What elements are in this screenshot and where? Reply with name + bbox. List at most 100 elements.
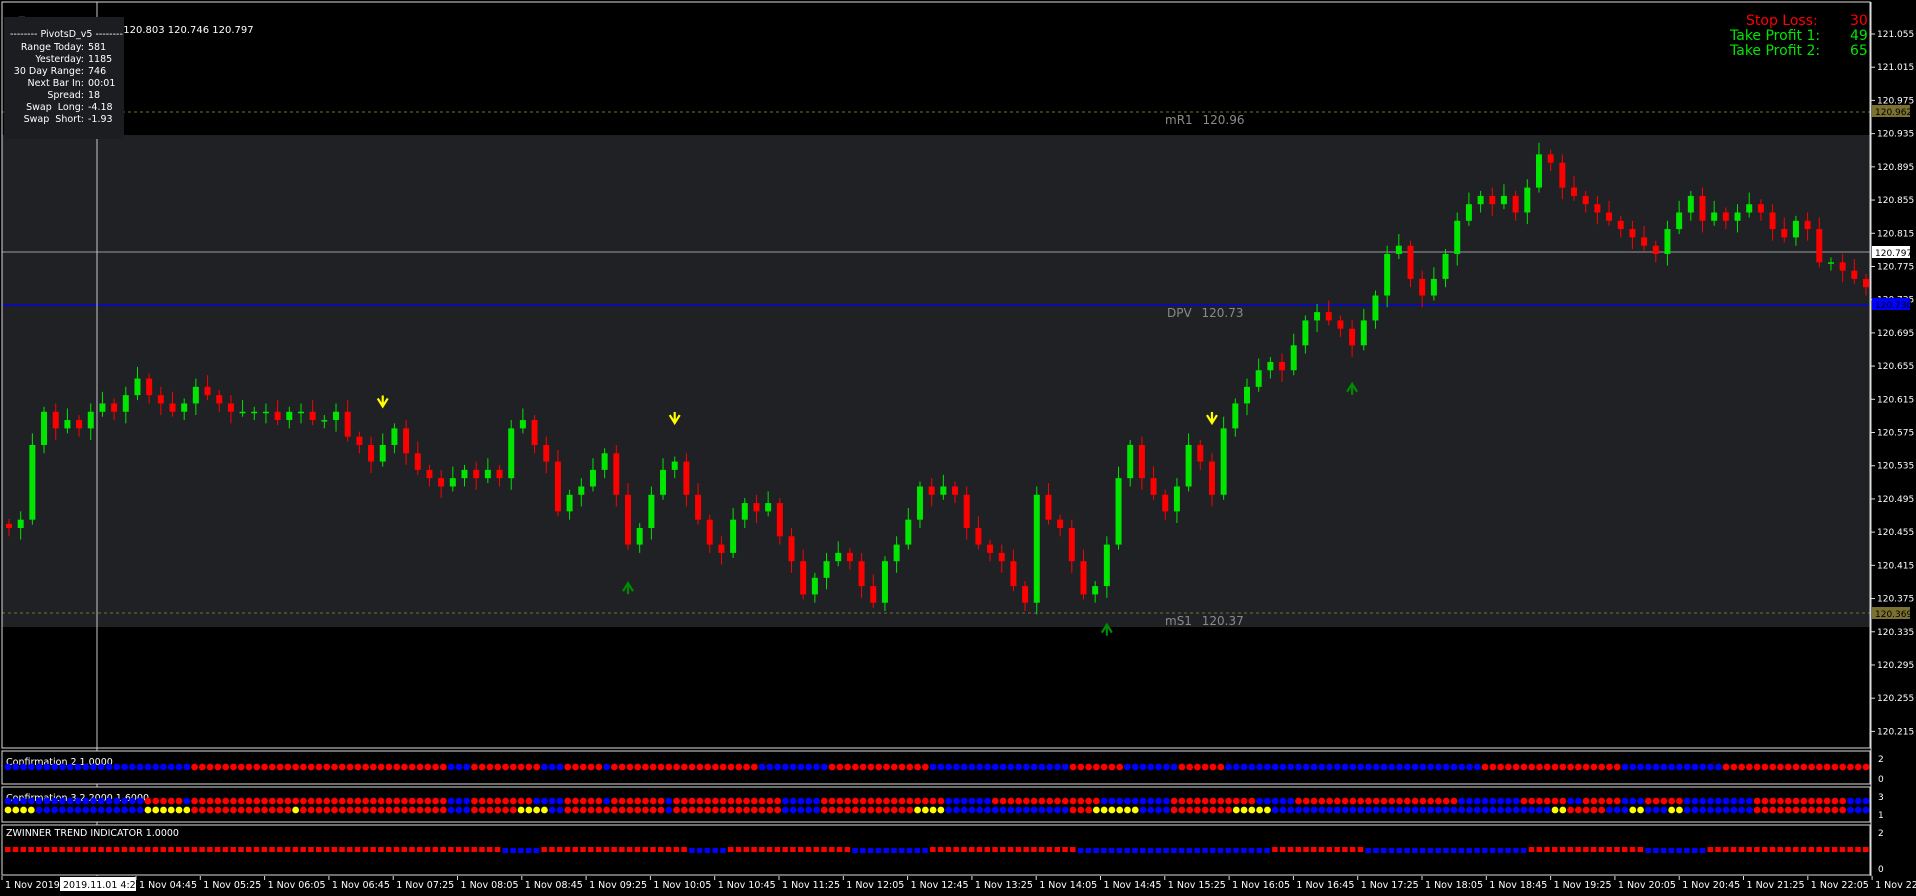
confirmation3-dot-upper <box>541 797 548 805</box>
time-tick-label: 1 Nov 22:05 <box>1811 880 1869 891</box>
confirmation2-dot <box>1139 763 1147 771</box>
confirmation3-dot-lower <box>1038 806 1046 814</box>
confirmation3-dot-lower <box>486 806 494 814</box>
confirmation2-dot <box>1326 763 1333 771</box>
confirmation3-dot-lower <box>1256 806 1264 814</box>
confirmation2-dot <box>175 763 183 771</box>
bull-candle <box>1103 544 1110 587</box>
confirmation3-dot-lower <box>1217 806 1225 814</box>
confirmation2-dot <box>261 763 268 771</box>
confirmation3-dot-upper <box>1707 797 1714 805</box>
confirmation3-dot-lower <box>1116 806 1124 814</box>
confirmation3-dot-upper <box>960 797 968 805</box>
bear-candle <box>1208 461 1215 495</box>
confirmation3-dot-lower <box>991 806 999 814</box>
bull-candle <box>916 486 923 520</box>
confirmation2-dot <box>1753 763 1761 771</box>
confirmation2-dot <box>183 763 191 771</box>
bear-candle <box>1606 212 1613 221</box>
zwinner-bar <box>277 847 283 852</box>
confirmation3-scale-top: 3 <box>1878 793 1884 803</box>
bull-candle <box>519 420 526 429</box>
confirmation3-dot-upper <box>74 797 82 805</box>
confirmation2-dot <box>665 763 673 771</box>
confirmation3-dot-lower <box>1536 806 1543 814</box>
confirmation3-dot-upper <box>1030 797 1038 805</box>
confirmation3-dot-upper <box>797 797 805 805</box>
bear-candle <box>1699 195 1706 221</box>
confirmation3-dot-lower <box>160 806 167 814</box>
bull-candle <box>1442 254 1449 279</box>
confirmation3-dot-lower <box>587 806 595 814</box>
bear-candle <box>1337 320 1344 329</box>
confirmation3-dot-lower <box>1326 806 1333 814</box>
confirmation3-dot-lower <box>556 806 564 814</box>
confirmation3-dot-lower <box>183 806 191 814</box>
confirmation2-dot <box>230 763 237 771</box>
confirmation3-dot-upper <box>1800 797 1808 805</box>
zwinner-bar <box>98 847 104 852</box>
mt4-chart-window[interactable]: mR1 120.96 DPV 120.73 mS1 120.37 121.055… <box>0 0 1916 896</box>
zwinner-bar <box>1108 848 1115 853</box>
confirmation3-dot-upper <box>237 797 245 805</box>
zwinner-bar <box>852 848 858 853</box>
zwinner-bar <box>1412 848 1418 853</box>
zwinner-scale-top: 2 <box>1878 829 1884 839</box>
confirmation3-dot-upper <box>338 797 346 805</box>
zwinner-bar <box>899 848 905 853</box>
confirmation2-dot <box>945 763 953 771</box>
confirmation3-dot-lower <box>4 806 12 814</box>
confirmation3-dot-upper <box>51 797 59 805</box>
confirmation3-dot-upper <box>1372 797 1380 805</box>
bear-candle <box>438 478 445 487</box>
confirmation2-dot <box>113 763 121 771</box>
confirmation3-dot-upper <box>97 797 105 805</box>
confirmation3-dot-upper <box>315 797 323 805</box>
confirmation2-dot <box>1162 763 1170 771</box>
confirmation3-dot-lower <box>424 806 432 814</box>
confirmation3-dot-upper <box>968 797 976 805</box>
confirmation3-dot-upper <box>1831 797 1839 805</box>
bear-candle <box>1080 561 1087 595</box>
confirmation2-dot <box>1528 763 1536 771</box>
price-chart[interactable]: mR1 120.96 DPV 120.73 mS1 120.37 121.055… <box>0 0 1916 896</box>
confirmation3-dot-lower <box>1551 806 1559 814</box>
confirmation3-dot-upper <box>1536 797 1543 805</box>
confirmation3-dot-lower <box>1621 806 1629 814</box>
zwinner-bar <box>90 847 97 852</box>
confirmation2-dot <box>494 763 502 771</box>
zwinner-bar <box>875 848 882 853</box>
price-tick-label: 120.935 <box>1877 130 1914 140</box>
confirmation3-window[interactable] <box>1 786 1871 823</box>
confirmation2-dot <box>432 763 439 771</box>
confirmation3-dot-upper <box>1131 797 1139 805</box>
zwinner-bar <box>253 847 260 852</box>
confirmation2-dot <box>1660 763 1668 771</box>
bear-candle <box>531 420 538 445</box>
confirmation2-dot <box>35 763 43 771</box>
pivots-row-label: Swap Long: <box>26 102 84 113</box>
time-axis[interactable]: 1 Nov 2019 2019.11.01 4:251 Nov 04:45 1 No… <box>1 876 1916 891</box>
zwinner-bar <box>1318 847 1325 852</box>
confirmation3-dot-upper <box>160 797 167 805</box>
bull-candle <box>508 428 515 479</box>
bear-candle <box>204 386 211 396</box>
confirmation2-dot <box>929 763 937 771</box>
confirmation2-dot <box>1100 763 1108 771</box>
price-axis[interactable]: 121.055 121.015 120.975 120.935 120.895 120.8… <box>1871 30 1914 737</box>
zwinner-bar <box>1116 848 1123 853</box>
zwinner-bar <box>432 847 439 852</box>
confirmation3-dot-upper <box>1256 797 1264 805</box>
confirmation2-dot <box>20 763 27 771</box>
zwinner-bar <box>1707 847 1714 852</box>
bear-candle <box>1022 586 1029 603</box>
confirmation2-dot <box>1435 763 1442 771</box>
confirmation2-dot <box>1077 763 1085 771</box>
confirmation3-dot-upper <box>1279 797 1287 805</box>
bear-candle <box>554 461 561 512</box>
confirmation3-dot-lower <box>1707 806 1714 814</box>
bull-candle <box>811 577 818 595</box>
bull-candle <box>181 403 188 412</box>
confirmation2-dot <box>1621 763 1629 771</box>
confirmation2-dot <box>393 763 401 771</box>
